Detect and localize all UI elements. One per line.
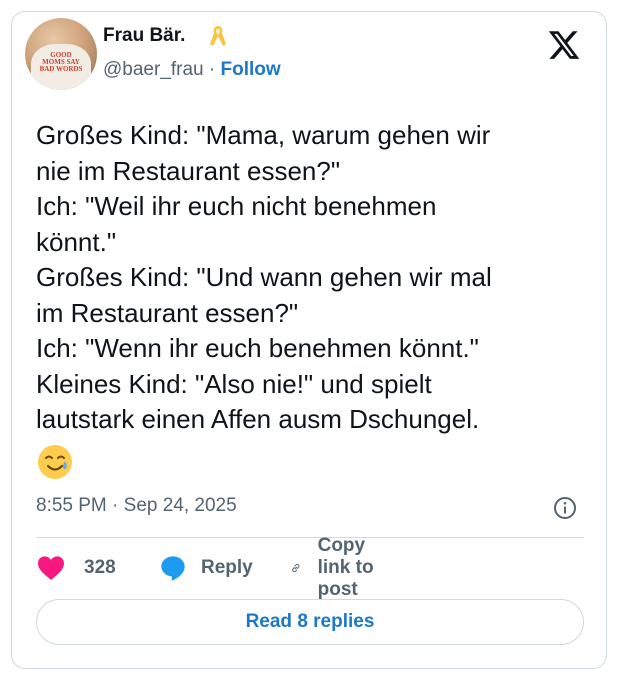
reply-button[interactable]: Reply xyxy=(159,553,253,583)
link-icon xyxy=(292,563,300,573)
tweet-line: nie im Restaurant essen?" xyxy=(36,155,341,186)
author-handle[interactable]: @baer_frau xyxy=(103,59,204,80)
heart-icon xyxy=(38,556,64,580)
copy-link-button[interactable]: Copy link to post xyxy=(290,535,382,600)
info-icon[interactable] xyxy=(553,496,577,520)
reply-label: Reply xyxy=(201,557,253,578)
reply-bubble-icon xyxy=(161,556,185,581)
copy-link-label: Copy link to post xyxy=(317,535,374,600)
tweet-line: Großes Kind: "Mama, warum gehen wir xyxy=(36,120,491,150)
tweet-line: Ich: "Wenn ihr euch benehmen könnt." xyxy=(36,333,479,363)
tweet-line: Ich: "Weil ihr euch nicht benehmen xyxy=(36,191,437,221)
tweet-text: Großes Kind: "Mama, warum gehen wir nie … xyxy=(36,118,586,438)
handle-row: @baer_frau · Follow xyxy=(103,59,281,81)
read-replies-label: Read 8 replies xyxy=(245,611,375,632)
tweet-line: lautstark einen Affen ausm Dschungel. xyxy=(36,404,480,434)
tweet-timestamp[interactable]: 8:55 PM · Sep 24, 2025 xyxy=(36,495,237,517)
tweet-line: Kleines Kind: "Also nie!" und spielt xyxy=(36,368,432,399)
avatar[interactable]: GOOD MOMS SAY BAD WORDS xyxy=(25,18,97,90)
likes-count: 328 xyxy=(84,557,116,578)
avatar-shirt-text: GOOD MOMS SAY BAD WORDS xyxy=(39,51,83,73)
tweet-line: Großes Kind: "Und wann gehen wir mal xyxy=(36,262,492,292)
author-name[interactable]: Frau Bär. xyxy=(103,25,185,47)
like-button[interactable]: 328 xyxy=(36,553,116,583)
tweet-line: könnt." xyxy=(36,226,117,257)
x-logo-icon[interactable] xyxy=(547,28,581,62)
smiling-face-with-tear-icon xyxy=(38,445,72,479)
divider xyxy=(36,537,584,538)
follow-button[interactable]: Follow xyxy=(221,59,281,80)
separator: · xyxy=(208,59,216,80)
read-replies-button[interactable]: Read 8 replies xyxy=(36,599,584,645)
tweet-line: im Restaurant essen?" xyxy=(36,297,299,328)
awareness-ribbon-icon xyxy=(210,26,226,46)
